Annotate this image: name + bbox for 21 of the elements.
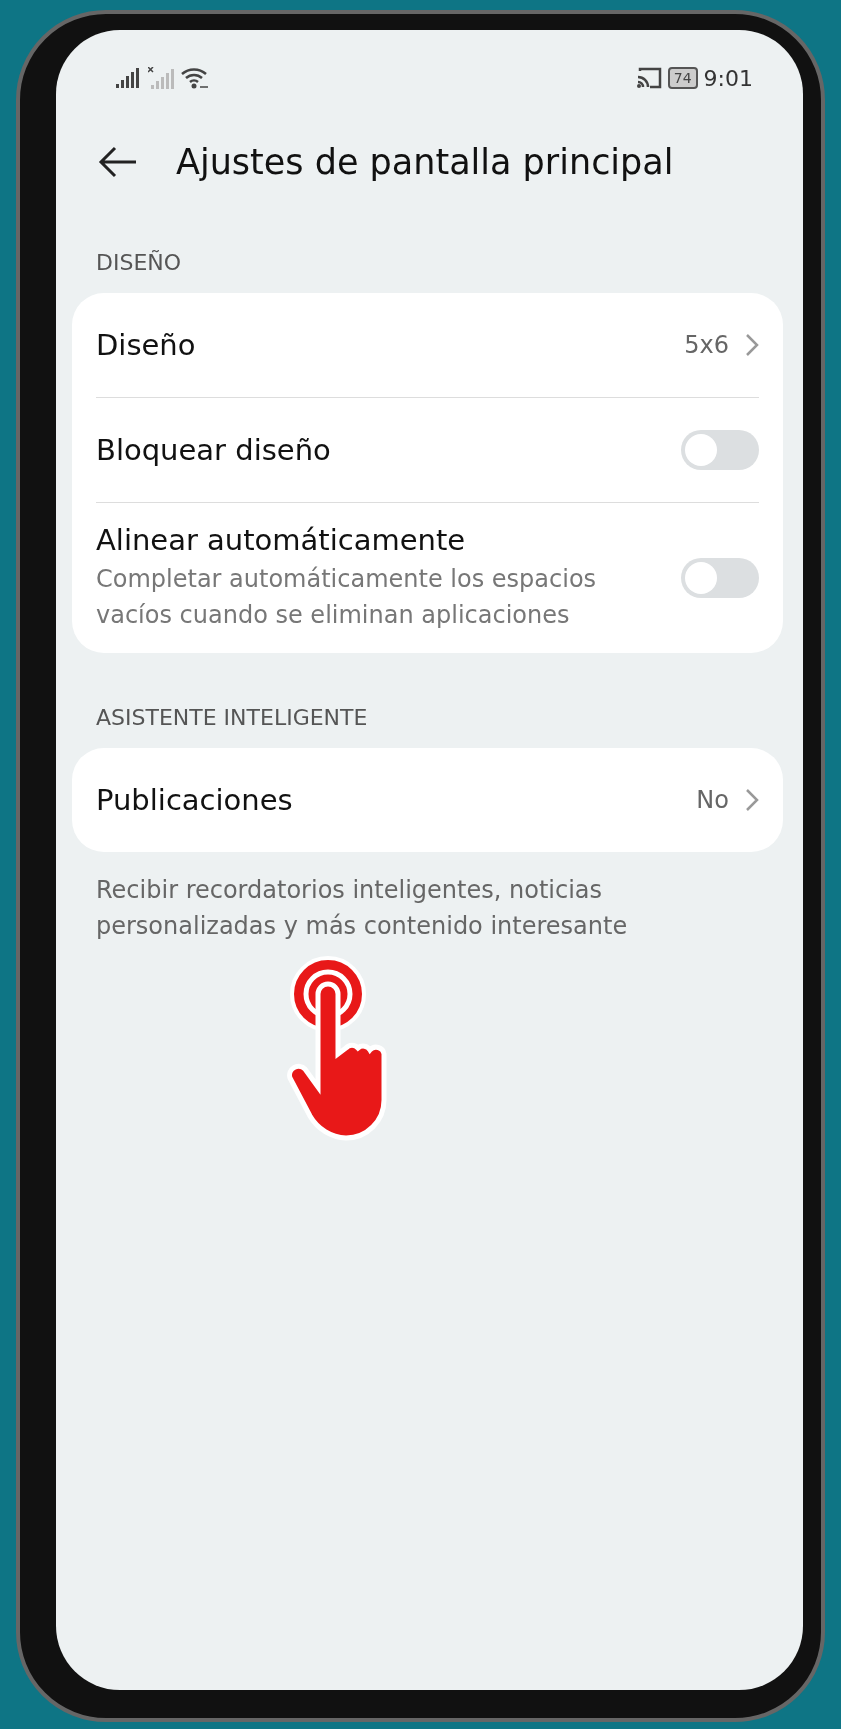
setting-title[interactable]: Bloquear diseño bbox=[96, 433, 665, 467]
page-title: Ajustes de pantalla principal bbox=[176, 142, 674, 182]
toggle-switch[interactable] bbox=[681, 558, 759, 598]
section-label: DISEÑO bbox=[95, 249, 183, 277]
signal-icon bbox=[116, 68, 142, 88]
toggle-switch[interactable] bbox=[681, 430, 759, 470]
setting-title[interactable]: Publicaciones bbox=[96, 783, 681, 817]
setting-title[interactable]: Alinear automáticamente bbox=[96, 523, 665, 557]
no-signal-icon bbox=[148, 67, 174, 89]
section-label: ASISTENTE INTELIGENTE bbox=[95, 704, 369, 732]
setting-value: 5x6 bbox=[684, 331, 729, 359]
chevron-right-icon bbox=[745, 788, 759, 812]
chevron-right-icon bbox=[745, 333, 759, 357]
section-description: Recibir recordatorios inteligentes, noticias personalizadas y más contenido interesante bbox=[95, 875, 629, 942]
clock: 9:01 bbox=[703, 65, 753, 91]
cast-icon bbox=[635, 67, 662, 89]
setting-description: Completar automáticamente los espacios vacíos cuando se eliminan aplicaciones bbox=[96, 564, 598, 631]
setting-title[interactable]: Diseño bbox=[96, 328, 669, 362]
wifi-icon bbox=[180, 66, 210, 90]
setting-value: No bbox=[696, 786, 729, 814]
battery-level: 74 bbox=[667, 67, 698, 89]
